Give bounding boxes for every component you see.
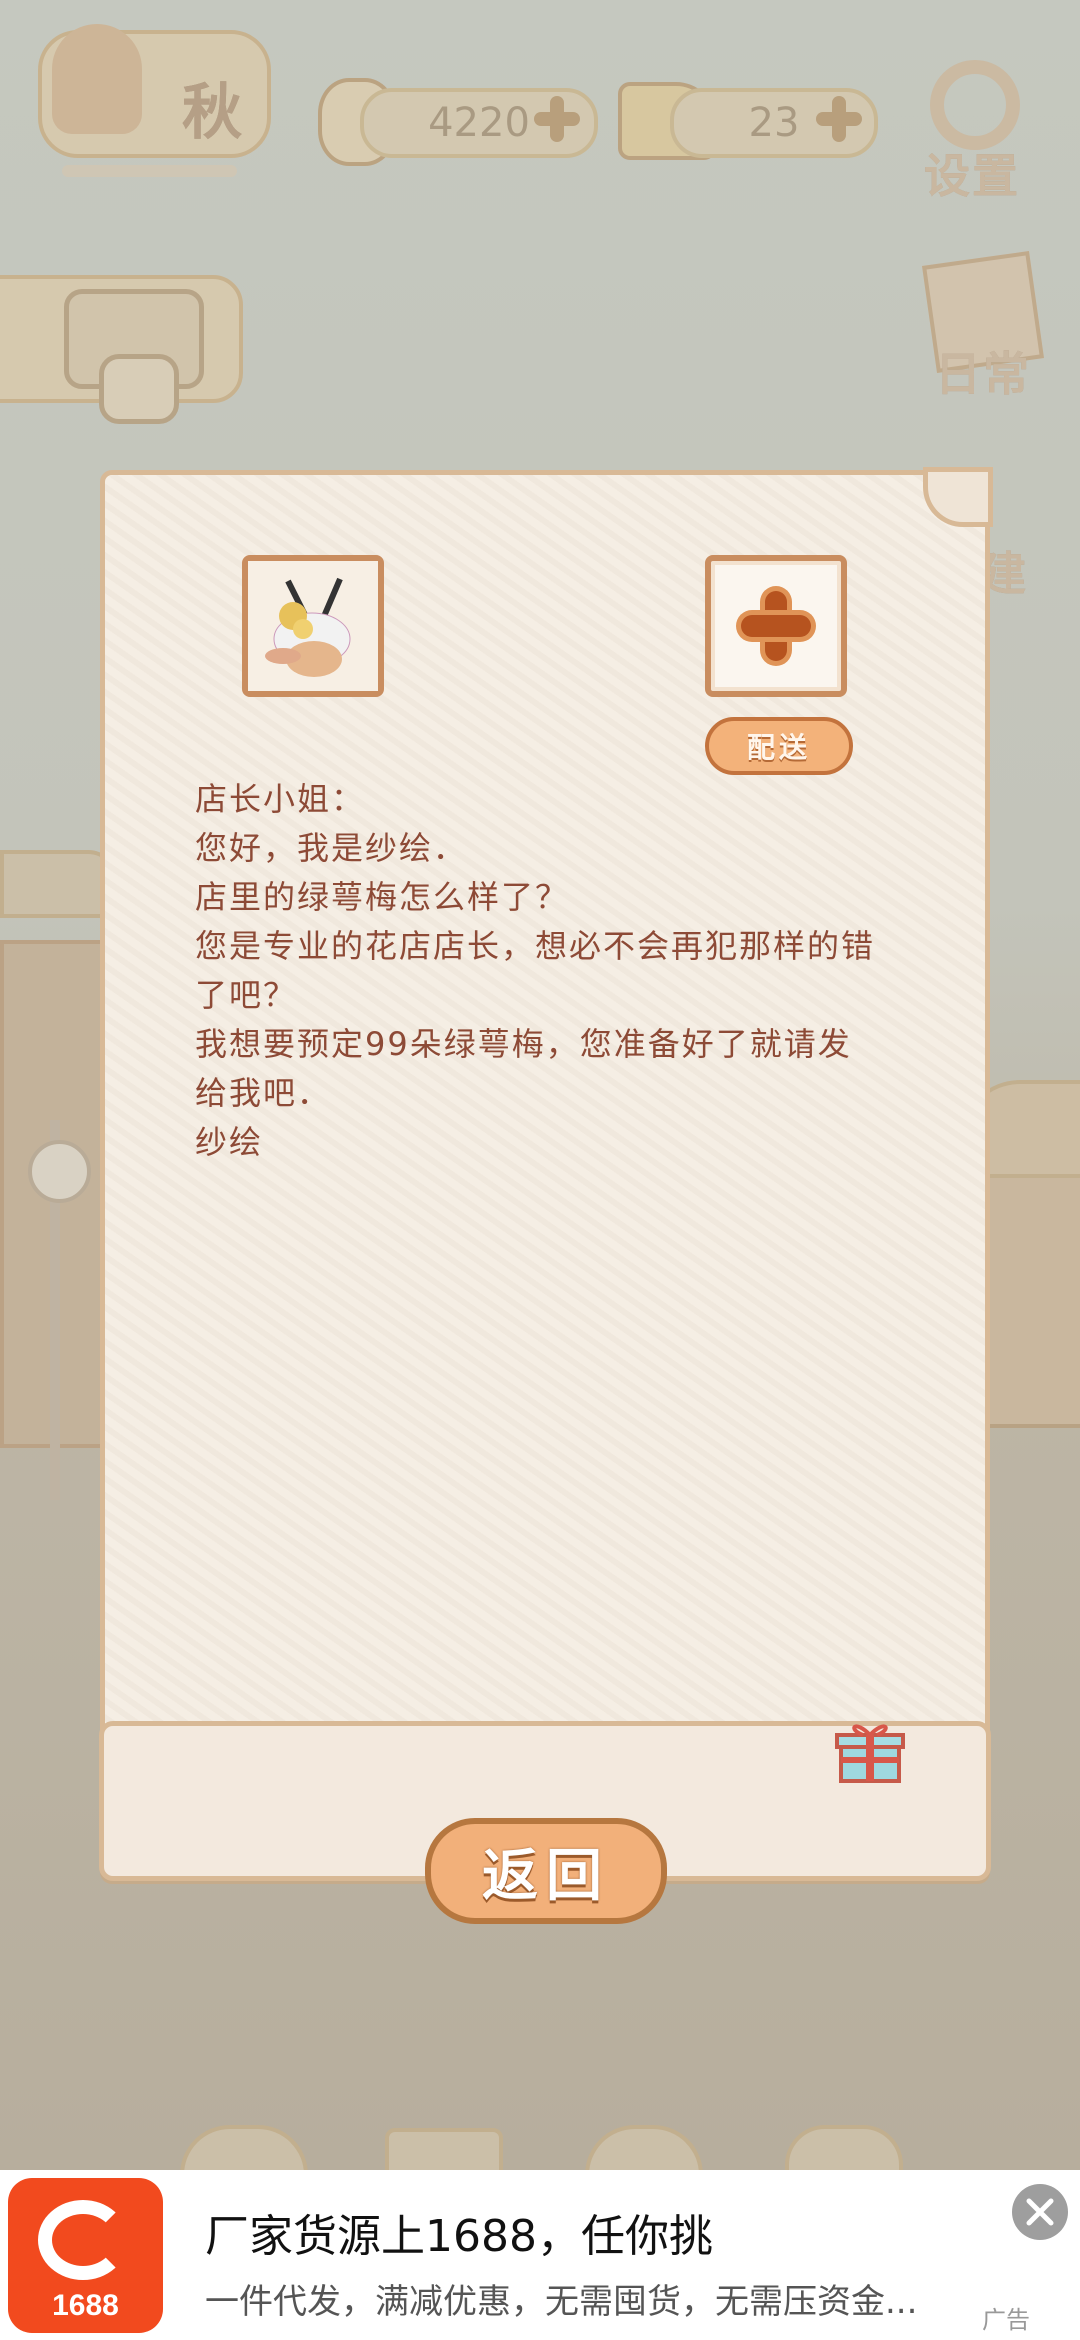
ad-logo: 1688 — [8, 2178, 163, 2333]
customer-avatar — [242, 555, 384, 697]
ad-close-button[interactable] — [1012, 2184, 1068, 2240]
ad-description: 一件代发，满减优惠，无需囤货，无需压资金... — [205, 2282, 918, 2322]
lamp-bulb — [28, 1140, 91, 1203]
paper-curl — [923, 467, 993, 527]
brand-swoosh-icon — [38, 2200, 128, 2280]
cheese-count: 23 — [748, 100, 800, 146]
gift-icon[interactable] — [835, 1715, 905, 1785]
letter-text: 店长小姐： 您好，我是纱绘． 店里的绿萼梅怎么样了？ 您是专业的花店店长，想必不… — [195, 775, 915, 1167]
cheese-add-button[interactable] — [812, 92, 866, 146]
letter-line: 给我吧． — [195, 1074, 332, 1112]
fish-count: 4220 — [428, 100, 530, 146]
letter-dialog: 配送 店长小姐： 您好，我是纱绘． 店里的绿萼梅怎么样了？ 您是专业的花店店长，… — [99, 467, 993, 1881]
letter-signature: 纱绘 — [195, 1123, 264, 1161]
close-icon — [1026, 2198, 1054, 2226]
daily-button[interactable]: 日常 — [915, 251, 1045, 401]
play-icon — [99, 354, 179, 424]
return-button[interactable]: 返回 — [425, 1818, 667, 1924]
letter-line: 您好，我是纱绘． — [195, 829, 468, 867]
ad-title: 厂家货源上1688，任你挑 — [205, 2211, 713, 2262]
shop-wall-right — [985, 1160, 1080, 1428]
letter-line: 店长小姐： — [195, 780, 366, 818]
letter-line: 您是专业的花店店长，想必不会再犯那样的错 — [195, 927, 876, 965]
daily-label: 日常 — [935, 347, 1031, 401]
ad-tag-label: 广告 — [982, 2306, 1030, 2334]
season-progress-bar — [62, 165, 237, 177]
video-reward-button[interactable] — [0, 275, 243, 424]
deliver-button[interactable]: 配送 — [705, 717, 853, 775]
settings-button[interactable]: 设置 — [920, 50, 1040, 203]
season-badge[interactable]: 秋 — [38, 24, 271, 158]
settings-label: 设置 — [924, 149, 1020, 203]
ad-tag: 广告 — [982, 2300, 1030, 2335]
letter-line: 我想要预定99朵绿萼梅，您准备好了就请发 — [195, 1025, 852, 1063]
ad-logo-text: 1688 — [52, 2289, 119, 2322]
letter-line: 了吧？ — [195, 976, 298, 1014]
tree-icon — [52, 24, 142, 134]
customer-portrait-icon — [248, 561, 378, 691]
fish-add-button[interactable] — [530, 92, 584, 146]
plus-icon — [741, 591, 811, 661]
add-flower-slot[interactable] — [705, 555, 847, 697]
letter-line: 店里的绿萼梅怎么样了？ — [195, 878, 570, 916]
season-label: 秋 — [182, 78, 244, 148]
gear-icon — [930, 60, 1020, 150]
ad-banner[interactable]: 1688 厂家货源上1688，任你挑 一件代发，满减优惠，无需囤货，无需压资金.… — [0, 2170, 1080, 2340]
